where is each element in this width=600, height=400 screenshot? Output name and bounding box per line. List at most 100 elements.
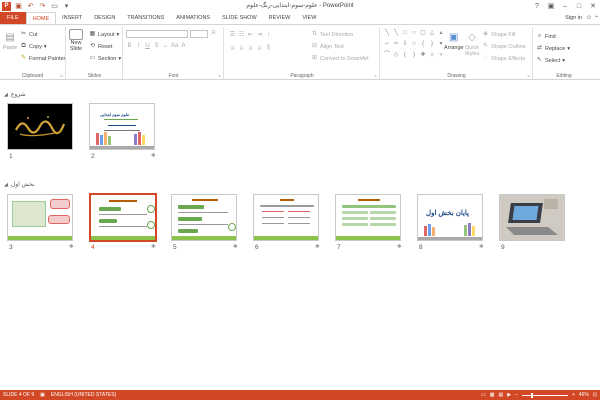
font-name-combo[interactable] xyxy=(126,30,188,38)
zoom-slider-knob[interactable] xyxy=(531,392,534,398)
increase-indent-icon[interactable]: ⇥ xyxy=(256,31,263,38)
tab-home[interactable]: HOME xyxy=(25,12,57,24)
shape-rounded-icon[interactable]: ▢ xyxy=(419,28,427,38)
shapes-gallery[interactable]: ╲ ╲ □ ○ ▢ △ ▴ ⌐ ⇨ ⇩ ☆ { } ▾ ⌒ ◇ ( ) ✚ ☼ … xyxy=(383,28,443,62)
slide-thumbnail-2[interactable]: علوم سوم ابتدایی xyxy=(89,103,155,150)
collapse-triangle-icon[interactable]: ◢ xyxy=(4,92,8,98)
shape-fill-button[interactable]: ◈ Shape Fill xyxy=(482,31,515,38)
cut-button[interactable]: ✂ Cut xyxy=(20,31,38,38)
quick-styles-button[interactable]: ◇ Quick Styles xyxy=(464,29,480,58)
shape-sun-icon[interactable]: ☼ xyxy=(428,50,436,60)
layout-button[interactable]: ▦ Layout ▾ xyxy=(89,31,120,38)
shape-callout-icon[interactable]: ◇ xyxy=(392,50,400,60)
align-right-icon[interactable]: ≡ xyxy=(247,46,254,52)
account-icon[interactable]: ☺ xyxy=(586,15,592,21)
font-size-combo[interactable] xyxy=(190,30,208,38)
shape-bracket-icon[interactable]: ( xyxy=(401,50,409,60)
shape-curve-icon[interactable]: ⌒ xyxy=(383,50,391,60)
bold-icon[interactable]: B xyxy=(126,43,133,49)
numbering-icon[interactable]: ☷ xyxy=(238,31,245,38)
replace-button[interactable]: ⇄ Replace ▾ xyxy=(536,45,570,52)
font-color-icon[interactable]: A xyxy=(180,43,187,49)
slide-sorter-view-icon[interactable]: ▦ xyxy=(490,392,495,398)
grow-shrink-font[interactable]: A xyxy=(210,30,217,37)
slide-thumbnail-9[interactable] xyxy=(499,194,565,241)
drawing-launcher-icon[interactable]: ↘ xyxy=(527,73,530,78)
arrange-button[interactable]: ▣ Arrange xyxy=(444,29,464,52)
convert-smartart-button[interactable]: ⊞ Convert to SmartArt xyxy=(311,55,369,62)
maximize-icon[interactable]: □ xyxy=(572,0,586,12)
bullets-icon[interactable]: ☰ xyxy=(229,31,236,38)
tab-transitions[interactable]: TRANSITIONS xyxy=(121,12,170,24)
section-header-start[interactable]: ◢ شروع xyxy=(4,91,26,99)
slide-thumbnail-3[interactable] xyxy=(7,194,73,241)
fit-slide-icon[interactable]: ⊡ xyxy=(593,392,597,398)
decrease-indent-icon[interactable]: ⇤ xyxy=(247,31,254,38)
zoom-slider[interactable] xyxy=(521,392,568,398)
section-button[interactable]: ▭ Section ▾ xyxy=(89,55,121,62)
strikethrough-icon[interactable]: S xyxy=(153,43,160,49)
tab-design[interactable]: DESIGN xyxy=(88,12,121,24)
collapse-triangle-icon[interactable]: ◢ xyxy=(4,182,8,188)
tab-insert[interactable]: INSERT xyxy=(56,12,88,24)
reading-view-icon[interactable]: ▤ xyxy=(498,392,503,398)
shape-line2-icon[interactable]: ╲ xyxy=(392,28,400,38)
copy-button[interactable]: ⧉ Copy ▾ xyxy=(20,43,46,50)
shape-brace2-icon[interactable]: } xyxy=(428,39,436,49)
paste-button[interactable]: ▤ Paste xyxy=(2,29,18,52)
italic-icon[interactable]: I xyxy=(135,43,142,49)
tab-file[interactable]: FILE xyxy=(0,12,26,24)
shape-expand-icon[interactable]: ▿ xyxy=(437,50,445,60)
spellcheck-icon[interactable]: ▣ xyxy=(40,392,45,398)
select-button[interactable]: ↖ Select ▾ xyxy=(536,57,565,64)
zoom-out-icon[interactable]: – xyxy=(515,392,518,398)
underline-icon[interactable]: U xyxy=(144,43,151,49)
slide-thumbnail-4[interactable] xyxy=(89,193,157,242)
slide-sorter[interactable]: ◢ شروع 1 علوم سوم ابتدایی 2 ✱ ◢ بخش اول xyxy=(0,81,600,390)
help-icon[interactable]: ? xyxy=(530,0,544,12)
align-text-button[interactable]: ⊟ Align Text xyxy=(311,43,344,50)
justify-icon[interactable]: ≡ xyxy=(256,46,263,52)
zoom-in-icon[interactable]: + xyxy=(572,392,575,398)
slide-thumbnail-7[interactable] xyxy=(335,194,401,241)
shape-cross-icon[interactable]: ✚ xyxy=(419,50,427,60)
font-launcher-icon[interactable]: ↘ xyxy=(218,73,221,78)
find-button[interactable]: ⌕ Find xyxy=(536,33,556,40)
paragraph-launcher-icon[interactable]: ↘ xyxy=(374,73,377,78)
slide-thumbnail-8[interactable]: پایان بخش اول xyxy=(417,194,483,241)
close-icon[interactable]: ✕ xyxy=(586,0,600,12)
align-left-icon[interactable]: ≡ xyxy=(229,46,236,52)
reset-button[interactable]: ⟲ Reset xyxy=(89,43,112,50)
align-center-icon[interactable]: ≡ xyxy=(238,46,245,52)
shape-rect-icon[interactable]: □ xyxy=(401,28,409,38)
slideshow-view-icon[interactable]: ▶ xyxy=(507,392,511,398)
tab-view[interactable]: VIEW xyxy=(296,12,322,24)
language-status[interactable]: ENGLISH (UNITED STATES) xyxy=(51,392,116,398)
shape-line-icon[interactable]: ╲ xyxy=(383,28,391,38)
sign-in-link[interactable]: Sign in xyxy=(565,15,582,21)
minimize-icon[interactable]: – xyxy=(558,0,572,12)
slide-thumbnail-5[interactable] xyxy=(171,194,237,241)
zoom-level[interactable]: 46% xyxy=(579,392,589,398)
char-spacing-icon[interactable]: ↔ xyxy=(162,43,169,49)
clipboard-launcher-icon[interactable]: ↘ xyxy=(60,73,63,78)
shape-brace-icon[interactable]: { xyxy=(419,39,427,49)
collapse-ribbon-icon[interactable]: ⌃ xyxy=(594,15,599,22)
tab-animations[interactable]: ANIMATIONS xyxy=(170,12,216,24)
text-direction-button[interactable]: ⇅ Text Direction xyxy=(311,31,353,38)
change-case-icon[interactable]: Aa xyxy=(171,43,178,49)
columns-icon[interactable]: ⫼ xyxy=(265,45,272,52)
slide-thumbnail-1[interactable] xyxy=(7,103,73,150)
normal-view-icon[interactable]: ▭ xyxy=(481,392,486,398)
slide-thumbnail-6[interactable] xyxy=(253,194,319,241)
shape-star-icon[interactable]: ☆ xyxy=(410,39,418,49)
slide-count-status[interactable]: SLIDE 4 OF 9 xyxy=(3,392,34,398)
tab-review[interactable]: REVIEW xyxy=(263,12,297,24)
shape-bracket2-icon[interactable]: ) xyxy=(410,50,418,60)
new-slide-button[interactable]: New Slide xyxy=(69,29,83,52)
shape-outline-button[interactable]: ✎ Shape Outline xyxy=(482,43,526,50)
shape-effects-button[interactable]: ◌ Shape Effects xyxy=(482,55,525,62)
shape-triangle-icon[interactable]: △ xyxy=(428,28,436,38)
shape-oval-icon[interactable]: ○ xyxy=(410,28,418,38)
line-spacing-icon[interactable]: ↕ xyxy=(265,32,272,38)
